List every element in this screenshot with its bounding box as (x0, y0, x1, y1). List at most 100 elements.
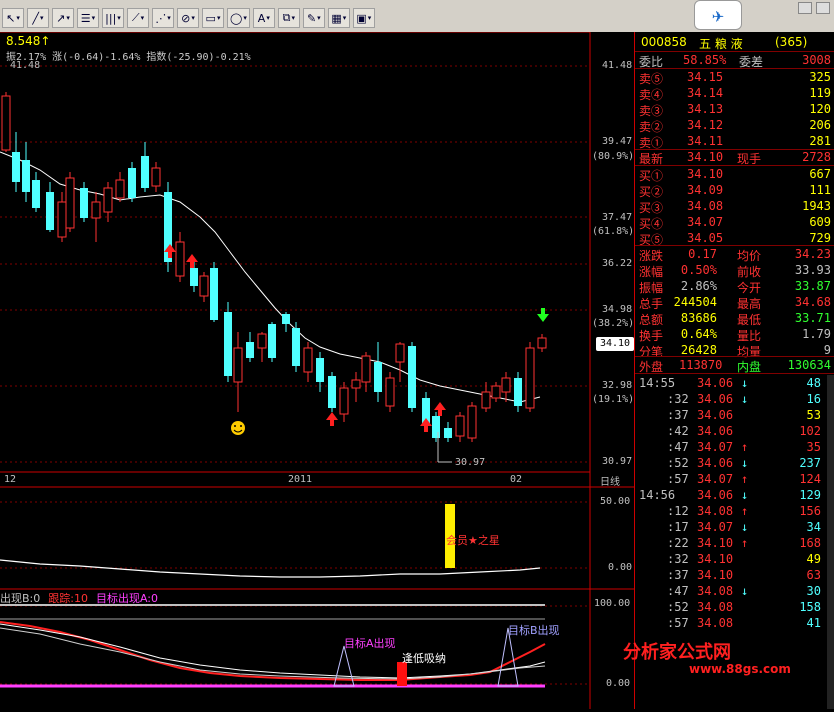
candle-body (199, 275, 209, 297)
tick-price: 34.07 (697, 472, 734, 486)
candle-body (12, 152, 20, 182)
x-label-3: 02 (510, 474, 523, 485)
bid-volume: 729 (809, 231, 831, 245)
close-button[interactable] (816, 2, 830, 14)
candle-body (46, 192, 54, 230)
bid-volume: 667 (809, 167, 831, 181)
ellipse-tool-button[interactable]: ◯ ▾ (227, 8, 250, 28)
stat-value: 33.93 (794, 263, 831, 277)
tick-row: :47 34.07 35 ↑ (635, 439, 834, 455)
candle-body (190, 268, 198, 286)
fan-icon: ⟋ (131, 11, 140, 24)
tick-row: :57 34.07 124 ↑ (635, 471, 834, 487)
eraser-tool-button[interactable]: ✎ ▾ (302, 8, 325, 28)
window-controls (798, 2, 830, 14)
sub2-legend: 出现B:0 跟踪:10 目标出现A:0 (0, 590, 166, 606)
ask-price: 34.12 (687, 118, 724, 132)
tick-time: :47 (667, 440, 689, 454)
tick-time: :32 (667, 392, 689, 406)
text-tool-button[interactable]: A ▾ (252, 8, 275, 28)
ask-price: 34.13 (687, 102, 724, 116)
ask-volume: 206 (809, 118, 831, 132)
stat-value: 9 (823, 343, 831, 357)
dropdown-arrow-icon: ▾ (66, 14, 70, 22)
tick-time: :32 (667, 552, 689, 566)
tick-row: :42 34.06 102 (635, 423, 834, 439)
ray-tool-button[interactable]: ↗ ▾ (52, 8, 74, 28)
candle-body (467, 405, 477, 439)
tick-time: :12 (667, 504, 689, 518)
tick-direction-icon: ↓ (741, 376, 749, 390)
tick-time: :52 (667, 456, 689, 470)
gann-tool-button[interactable]: ⊘ ▾ (177, 8, 199, 28)
parallel-tool-button[interactable]: ☰ ▾ (77, 8, 99, 28)
line-tool-button[interactable]: ╱ ▾ (27, 8, 49, 28)
bid-price: 34.08 (687, 199, 724, 213)
tick-price: 34.06 (697, 376, 734, 390)
stat-value: 34.68 (794, 295, 831, 309)
save-icon: ▣ (356, 11, 367, 25)
bid-volume: 1943 (802, 199, 831, 213)
tick-volume: 30 (806, 584, 821, 598)
price-axis-label: 32.98 (602, 380, 633, 391)
app-logo-icon: ✈ (694, 0, 742, 30)
candle-body (328, 376, 336, 408)
tick-time: :37 (667, 408, 689, 422)
dropdown-arrow-icon: ▾ (91, 14, 96, 22)
gann-icon: ⊘ (181, 11, 191, 25)
copy-tool-button[interactable]: ⧉ ▾ (277, 8, 300, 28)
speed-line-tool-button[interactable]: ⋰ ▾ (152, 8, 174, 28)
tick-volume: 53 (806, 408, 821, 422)
candle-body (57, 201, 67, 238)
ratio-value: 58.85% (683, 53, 727, 67)
stock-code: 000858 (641, 35, 687, 49)
tick-direction-icon: ↓ (741, 392, 749, 406)
tick-direction-icon: ↓ (741, 520, 749, 534)
price-axis-label: 36.22 (602, 258, 633, 269)
tick-price: 34.06 (697, 456, 734, 470)
candle-body (374, 362, 382, 392)
candle-body (257, 333, 267, 349)
kline-chart[interactable] (0, 31, 634, 709)
tick-time: :37 (667, 568, 689, 582)
tick-price: 34.08 (697, 504, 734, 518)
watermark-brand: 分析家公式网 (623, 642, 731, 663)
tick-time: :52 (667, 600, 689, 614)
tick-row: :22 34.10 168 ↑ (635, 535, 834, 551)
target-b-label: 目标B出现 (508, 624, 560, 637)
tick-time: 14:56 (639, 488, 676, 502)
tick-price: 34.08 (697, 616, 734, 630)
parallel-icon: ☰ (80, 11, 91, 25)
dropdown-arrow-icon: ▾ (291, 14, 296, 22)
fan-tool-button[interactable]: ⟋ ▾ (127, 8, 149, 28)
outer-value: 113870 (679, 358, 723, 372)
dropdown-arrow-icon: ▾ (16, 14, 20, 22)
tick-row: :12 34.08 156 ↑ (635, 503, 834, 519)
bid-price: 34.10 (687, 167, 724, 181)
candle-body (282, 314, 290, 324)
tick-row: 14:56 34.06 129 ↓ (635, 487, 834, 503)
copy-icon: ⧉ (282, 11, 291, 24)
tick-row: :37 34.06 53 (635, 407, 834, 423)
stat-value: 33.71 (794, 311, 831, 325)
tick-volume: 48 (806, 376, 821, 390)
chart-area[interactable]: 8.548↑ 振2.17% 涨(-0.64)-1.64% 指数(-25.90)-… (0, 31, 634, 709)
minimize-button[interactable] (798, 2, 812, 14)
tick-volume: 16 (806, 392, 821, 406)
candles (1, 92, 547, 442)
candle-body (303, 347, 313, 373)
cursor-tool-button[interactable]: ↖ ▾ (2, 8, 24, 28)
timeframe-tab[interactable]: 日线 (600, 473, 620, 488)
save-tool-button[interactable]: ▣ ▾ (352, 8, 375, 28)
palette-tool-button[interactable]: ▦ ▾ (327, 8, 350, 28)
stock-name: 五 粮 液 (699, 37, 743, 51)
rectangle-tool-button[interactable]: ▭ ▾ (202, 8, 224, 28)
dropdown-arrow-icon: ▾ (191, 14, 195, 22)
candle-body (224, 312, 232, 376)
stat-value: 244504 (673, 295, 717, 309)
tick-row: :47 34.08 30 ↓ (635, 583, 834, 599)
vertical-lines-tool-button[interactable]: ||| ▾ (102, 8, 124, 28)
tick-scrollbar[interactable] (827, 375, 834, 709)
tick-time: :22 (667, 536, 689, 550)
price-axis-label: 41.48 (602, 60, 633, 71)
